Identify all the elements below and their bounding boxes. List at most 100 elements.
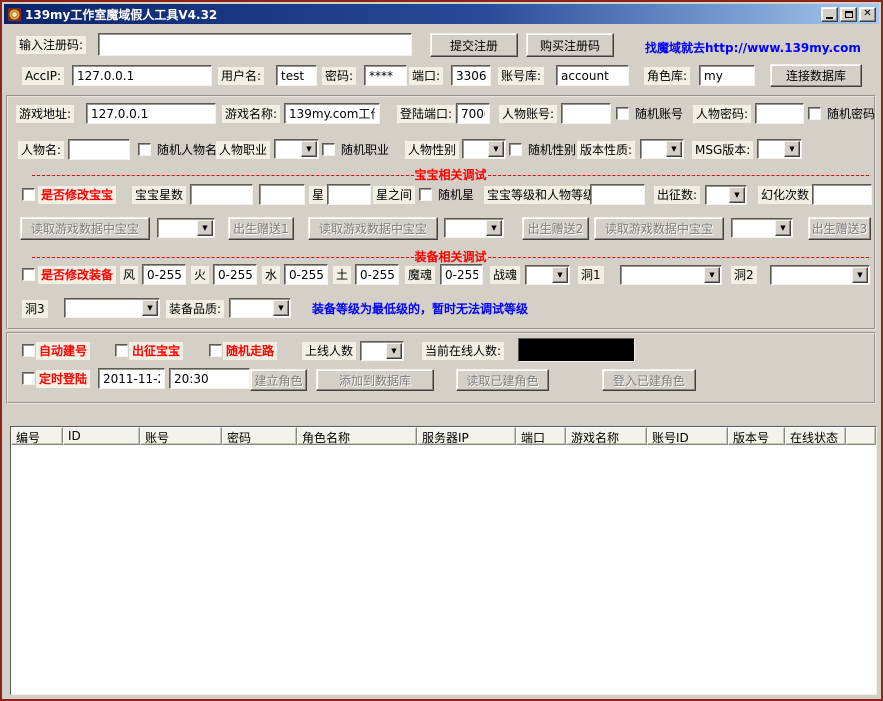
modify-pet-checkbox[interactable]	[22, 188, 35, 201]
hole2-select[interactable]: ▼	[770, 265, 870, 285]
random-walk-checkbox[interactable]	[209, 344, 222, 357]
pet-level-input[interactable]	[590, 184, 645, 205]
maximize-button[interactable]	[840, 7, 857, 22]
col-header-id[interactable]: ID	[63, 427, 140, 445]
add-to-db-button[interactable]: 添加到数据库	[316, 369, 434, 391]
timed-login-checkbox[interactable]	[22, 372, 35, 385]
buy-register-button[interactable]: 购买注册码	[526, 33, 614, 57]
login-port-input[interactable]	[456, 103, 490, 124]
pet-star-from-input[interactable]	[190, 184, 253, 205]
auto-create-checkbox[interactable]	[22, 344, 35, 357]
birth-gift-3-button[interactable]: 出生赠送3	[808, 217, 871, 240]
random-gender-checkbox[interactable]	[509, 143, 522, 156]
minimize-button[interactable]	[821, 7, 838, 22]
wind-input[interactable]	[142, 264, 186, 285]
random-account-checkbox[interactable]	[616, 107, 629, 120]
dropdown-arrow-icon[interactable]: ▼	[386, 343, 402, 359]
war-soul-select[interactable]: ▼	[525, 265, 570, 285]
read-roles-button[interactable]: 读取已建角色	[456, 369, 549, 391]
dropdown-arrow-icon[interactable]: ▼	[486, 220, 502, 236]
soul-input[interactable]	[440, 264, 483, 285]
col-header-account-id[interactable]: 账号ID	[647, 427, 728, 445]
accip-input[interactable]	[72, 65, 212, 86]
transform-count-input[interactable]	[812, 184, 872, 205]
random-name-checkbox[interactable]	[138, 143, 151, 156]
col-header-version[interactable]: 版本号	[728, 427, 785, 445]
col-header-account[interactable]: 账号	[140, 427, 222, 445]
col-header-game-name[interactable]: 游戏名称	[566, 427, 647, 445]
db-password-label: 密码:	[322, 67, 356, 85]
dropdown-arrow-icon[interactable]: ▼	[775, 220, 791, 236]
submit-register-button[interactable]: 提交注册	[430, 33, 518, 57]
fire-input[interactable]	[213, 264, 257, 285]
title-bar[interactable]: 139my工作室魔域假人工具V4.32 ✕	[4, 4, 879, 24]
equip-quality-select[interactable]: ▼	[229, 298, 291, 318]
db-port-input[interactable]	[451, 65, 491, 86]
random-job-checkbox[interactable]	[322, 143, 335, 156]
dropdown-arrow-icon[interactable]: ▼	[488, 141, 504, 157]
col-header-status[interactable]: 在线状态	[785, 427, 846, 445]
random-star-checkbox[interactable]	[419, 188, 432, 201]
modify-equip-checkbox[interactable]	[22, 268, 35, 281]
water-input[interactable]	[284, 264, 328, 285]
promo-link[interactable]: 找魔域就去http://www.139my.com	[645, 39, 861, 56]
role-list-body[interactable]	[11, 445, 876, 695]
dropdown-arrow-icon[interactable]: ▼	[666, 141, 682, 157]
login-time-input[interactable]	[169, 368, 250, 389]
col-header-port[interactable]: 端口	[516, 427, 566, 445]
char-password-input[interactable]	[755, 103, 804, 124]
dropdown-arrow-icon[interactable]: ▼	[729, 187, 745, 203]
char-name-input[interactable]	[68, 139, 130, 160]
read-pet-data-button-1[interactable]: 读取游戏数据中宝宝	[20, 217, 150, 240]
birth-gift-2-button[interactable]: 出生赠送2	[522, 217, 589, 240]
pet-select-1[interactable]: ▼	[157, 218, 215, 238]
random-password-checkbox[interactable]	[808, 107, 821, 120]
dropdown-arrow-icon[interactable]: ▼	[142, 300, 158, 316]
msg-version-select[interactable]: ▼	[757, 139, 802, 159]
col-header-password[interactable]: 密码	[222, 427, 297, 445]
dropdown-arrow-icon[interactable]: ▼	[301, 141, 317, 157]
expedition-pet-checkbox[interactable]	[115, 344, 128, 357]
pet-select-3[interactable]: ▼	[731, 218, 793, 238]
register-code-input[interactable]	[98, 33, 412, 56]
create-role-button[interactable]: 建立角色	[250, 369, 307, 391]
char-account-input[interactable]	[561, 103, 611, 124]
dropdown-arrow-icon[interactable]: ▼	[552, 267, 568, 283]
login-date-input[interactable]	[98, 368, 165, 389]
random-walk-label: 随机走路	[223, 342, 277, 360]
pet-star-third-input[interactable]	[327, 184, 371, 205]
col-header-number[interactable]: 编号	[11, 427, 63, 445]
role-db-input[interactable]	[699, 65, 755, 86]
hole1-select[interactable]: ▼	[620, 265, 722, 285]
pet-star-to-input[interactable]	[259, 184, 305, 205]
dropdown-arrow-icon[interactable]: ▼	[852, 267, 868, 283]
game-address-input[interactable]	[86, 103, 216, 124]
version-select[interactable]: ▼	[640, 139, 684, 159]
read-pet-data-button-2[interactable]: 读取游戏数据中宝宝	[308, 217, 438, 240]
dropdown-arrow-icon[interactable]: ▼	[273, 300, 289, 316]
equip-section-divider: 装备相关调试	[32, 250, 869, 264]
dropdown-arrow-icon[interactable]: ▼	[197, 220, 213, 236]
earth-input[interactable]	[355, 264, 399, 285]
read-pet-data-button-3[interactable]: 读取游戏数据中宝宝	[594, 217, 724, 240]
col-header-role-name[interactable]: 角色名称	[297, 427, 417, 445]
gender-select[interactable]: ▼	[462, 139, 506, 159]
divider-dash	[488, 175, 870, 176]
expedition-count-select[interactable]: ▼	[705, 185, 747, 205]
col-header-server-ip[interactable]: 服务器IP	[417, 427, 516, 445]
db-password-input[interactable]	[364, 65, 407, 86]
hole3-select[interactable]: ▼	[64, 298, 160, 318]
pet-section-title: 宝宝相关调试	[415, 169, 487, 181]
job-select[interactable]: ▼	[274, 139, 319, 159]
online-count-select[interactable]: ▼	[360, 341, 404, 361]
pet-select-2[interactable]: ▼	[444, 218, 504, 238]
close-button[interactable]: ✕	[859, 7, 876, 22]
connect-db-button[interactable]: 连接数据库	[770, 64, 862, 87]
game-name-input[interactable]	[284, 103, 380, 124]
birth-gift-1-button[interactable]: 出生赠送1	[228, 217, 294, 240]
dropdown-arrow-icon[interactable]: ▼	[704, 267, 720, 283]
account-db-input[interactable]	[556, 65, 629, 86]
dropdown-arrow-icon[interactable]: ▼	[784, 141, 800, 157]
db-user-input[interactable]	[276, 65, 317, 86]
login-roles-button[interactable]: 登入已建角色	[602, 369, 696, 391]
